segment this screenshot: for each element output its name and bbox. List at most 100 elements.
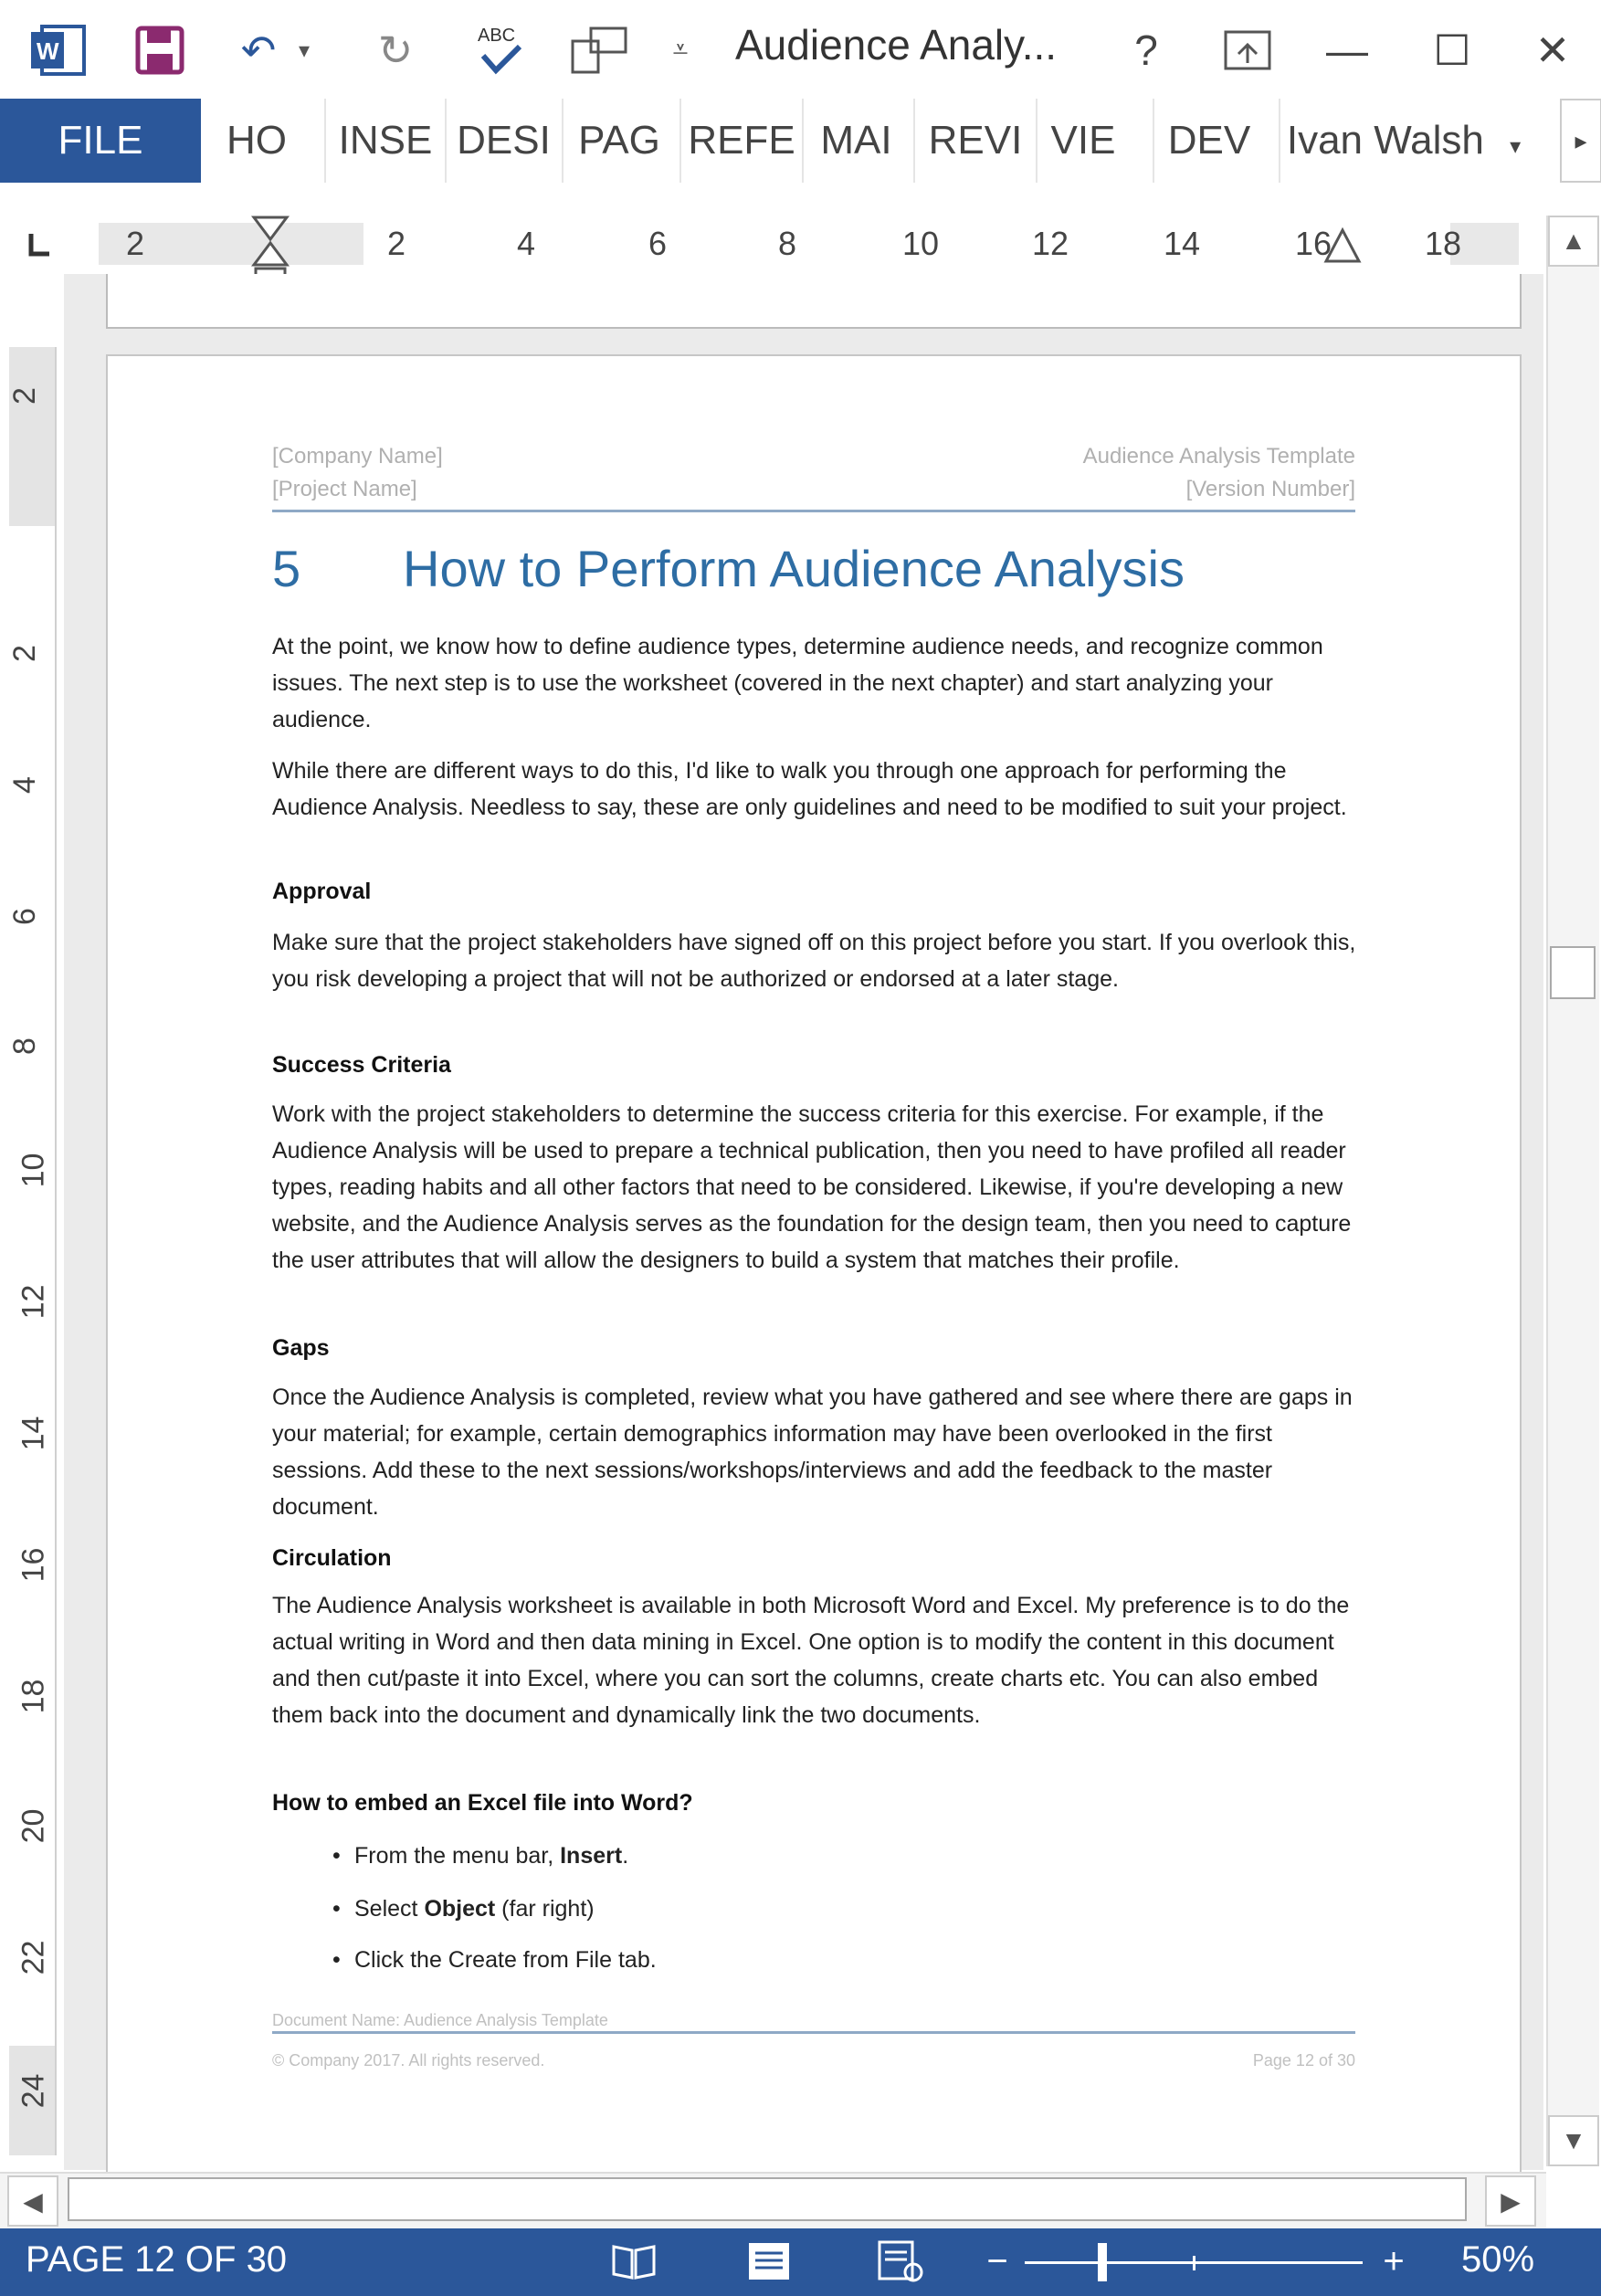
vruler-number: 10 xyxy=(16,1153,51,1188)
intro-paragraph-2: While there are different ways to do thi… xyxy=(272,758,1347,820)
chapter-number: 5 xyxy=(272,540,301,597)
vertical-ruler[interactable]: 2 2 4 6 8 10 12 14 16 18 20 22 24 xyxy=(6,347,57,2155)
page-count[interactable]: PAGE 12 OF 30 xyxy=(26,2239,287,2280)
zoom-level[interactable]: 50% xyxy=(1461,2239,1534,2280)
spelling-icon[interactable]: ABC xyxy=(468,18,532,82)
scroll-left-icon[interactable]: ◀ xyxy=(7,2175,58,2227)
ruler-number: 12 xyxy=(1032,225,1069,262)
vruler-number: 16 xyxy=(16,1547,51,1583)
customize-toolbar-icon[interactable]: ⩡ xyxy=(658,18,703,82)
ruler-number: 6 xyxy=(648,225,668,262)
tab-selector-icon[interactable] xyxy=(20,226,57,263)
ruler-number: 14 xyxy=(1164,225,1201,262)
header-template-name: Audience Analysis Template xyxy=(1082,444,1355,469)
ribbon-scroll-right-icon[interactable]: ▸ xyxy=(1560,99,1601,183)
zoom-in-button[interactable]: + xyxy=(1366,2236,1421,2287)
horizontal-scroll-thumb[interactable] xyxy=(68,2177,1467,2221)
scroll-down-icon[interactable]: ▼ xyxy=(1548,2115,1599,2166)
ruler-number: 10 xyxy=(902,225,940,262)
bullet-item-2: Select Object (far right) xyxy=(332,1896,595,1922)
circulation-heading: Circulation xyxy=(272,1545,392,1571)
redo-icon[interactable]: ↻ xyxy=(363,18,427,82)
approval-paragraph: Make sure that the project stakeholders … xyxy=(272,930,1356,992)
help-icon[interactable]: ? xyxy=(1119,18,1174,82)
undo-dropdown-icon[interactable]: ▾ xyxy=(290,18,318,82)
tab-insert[interactable]: INSE xyxy=(324,99,445,183)
vruler-number: 20 xyxy=(16,1808,51,1844)
header-project-name: [Project Name] xyxy=(272,477,417,501)
horizontal-ruler[interactable]: 2 2 4 6 8 10 12 14 16 18 xyxy=(99,216,1519,287)
circulation-paragraph: The Audience Analysis worksheet is avail… xyxy=(272,1593,1350,1728)
horizontal-scrollbar[interactable]: ◀ ▶ xyxy=(0,2172,1546,2228)
vruler-number: 14 xyxy=(16,1416,51,1451)
gaps-heading: Gaps xyxy=(272,1335,330,1361)
tab-references[interactable]: REFE xyxy=(679,99,802,183)
ribbon-display-icon[interactable] xyxy=(1215,18,1280,82)
vruler-number: 22 xyxy=(16,1940,51,1975)
bullet-text: . xyxy=(622,1843,629,1869)
svg-text:W: W xyxy=(37,37,59,65)
document-page[interactable]: [Company Name] [Project Name] Audience A… xyxy=(106,354,1522,2185)
footer-page-number: Page 12 of 30 xyxy=(1252,2051,1355,2070)
right-indent-marker-icon[interactable] xyxy=(1322,225,1363,265)
tab-developer[interactable]: DEV xyxy=(1153,99,1264,183)
tab-review[interactable]: REVI xyxy=(913,99,1036,183)
undo-icon[interactable]: ↶ xyxy=(226,18,290,82)
svg-text:ABC: ABC xyxy=(478,26,515,46)
tab-design[interactable]: DESI xyxy=(445,99,561,183)
ribbon-tabs: FILE HO INSE DESI PAG REFE MAI REVI VIE … xyxy=(0,99,1601,184)
vruler-number: 18 xyxy=(16,1679,51,1714)
footer-copyright: © Company 2017. All rights reserved. xyxy=(272,2051,545,2070)
vruler-number: 12 xyxy=(16,1284,51,1320)
title-bar: W ↶ ▾ ↻ ABC ⩡ Audience Analy... ? — ☐ ✕ xyxy=(0,0,1601,99)
header-rule xyxy=(272,510,1355,512)
word-app-icon[interactable]: W xyxy=(26,18,91,82)
minimize-button[interactable]: — xyxy=(1315,18,1379,82)
zoom-slider-thumb[interactable] xyxy=(1098,2243,1107,2281)
save-icon[interactable] xyxy=(128,18,192,82)
scroll-right-icon[interactable]: ▶ xyxy=(1485,2175,1536,2227)
tab-home[interactable]: HO xyxy=(201,99,312,183)
bullet-bold-text: Object xyxy=(424,1896,496,1922)
user-account[interactable]: Ivan Walsh ▾ xyxy=(1279,99,1527,183)
ruler-number: 2 xyxy=(387,225,406,262)
vruler-number: 24 xyxy=(16,2073,51,2109)
vruler-number: 6 xyxy=(6,908,42,925)
ruler-number: 18 xyxy=(1425,225,1462,262)
tab-view[interactable]: VIE xyxy=(1036,99,1129,183)
zoom-center-tick xyxy=(1193,2256,1195,2270)
ruler-number: 2 xyxy=(126,225,145,262)
print-layout-icon[interactable] xyxy=(742,2236,796,2287)
tab-page-layout[interactable]: PAG xyxy=(562,99,675,183)
vruler-margin-top xyxy=(9,347,55,526)
close-button[interactable]: ✕ xyxy=(1521,18,1585,82)
ruler-number: 8 xyxy=(778,225,797,262)
document-title: Audience Analy... xyxy=(735,21,1058,68)
tab-mailings[interactable]: MAI xyxy=(802,99,909,183)
scroll-up-icon[interactable]: ▲ xyxy=(1548,216,1599,267)
intro-paragraph-1: At the point, we know how to define audi… xyxy=(272,634,1323,732)
read-mode-icon[interactable] xyxy=(606,2236,661,2287)
document-canvas[interactable]: [Company Name] [Project Name] Audience A… xyxy=(64,274,1543,2185)
header-version-number: [Version Number] xyxy=(1185,477,1355,501)
tab-file[interactable]: FILE xyxy=(0,99,201,183)
user-dropdown-icon: ▾ xyxy=(1510,134,1522,159)
bullet-text: (far right) xyxy=(495,1896,595,1922)
embed-heading: How to embed an Excel file into Word? xyxy=(272,1790,693,1816)
vertical-scroll-thumb[interactable] xyxy=(1550,946,1596,999)
user-name: Ivan Walsh xyxy=(1286,118,1484,163)
chapter-title: How to Perform Audience Analysis xyxy=(403,540,1185,597)
ruler-number: 4 xyxy=(517,225,536,262)
touch-mode-icon[interactable] xyxy=(564,18,637,82)
footer-document-name: Document Name: Audience Analysis Templat… xyxy=(272,2011,608,2029)
web-layout-icon[interactable] xyxy=(873,2236,928,2287)
vruler-number: 2 xyxy=(6,387,42,405)
bullet-text: From the menu bar, xyxy=(354,1843,561,1869)
vruler-number: 8 xyxy=(6,1037,42,1055)
vertical-scrollbar[interactable]: ▲ ▼ xyxy=(1546,216,1599,2166)
gaps-paragraph: Once the Audience Analysis is completed,… xyxy=(272,1385,1353,1520)
maximize-button[interactable]: ☐ xyxy=(1420,18,1484,82)
zoom-out-button[interactable]: − xyxy=(970,2236,1025,2287)
bullet-text: Select xyxy=(354,1896,425,1922)
header-company-name: [Company Name] xyxy=(272,444,443,469)
